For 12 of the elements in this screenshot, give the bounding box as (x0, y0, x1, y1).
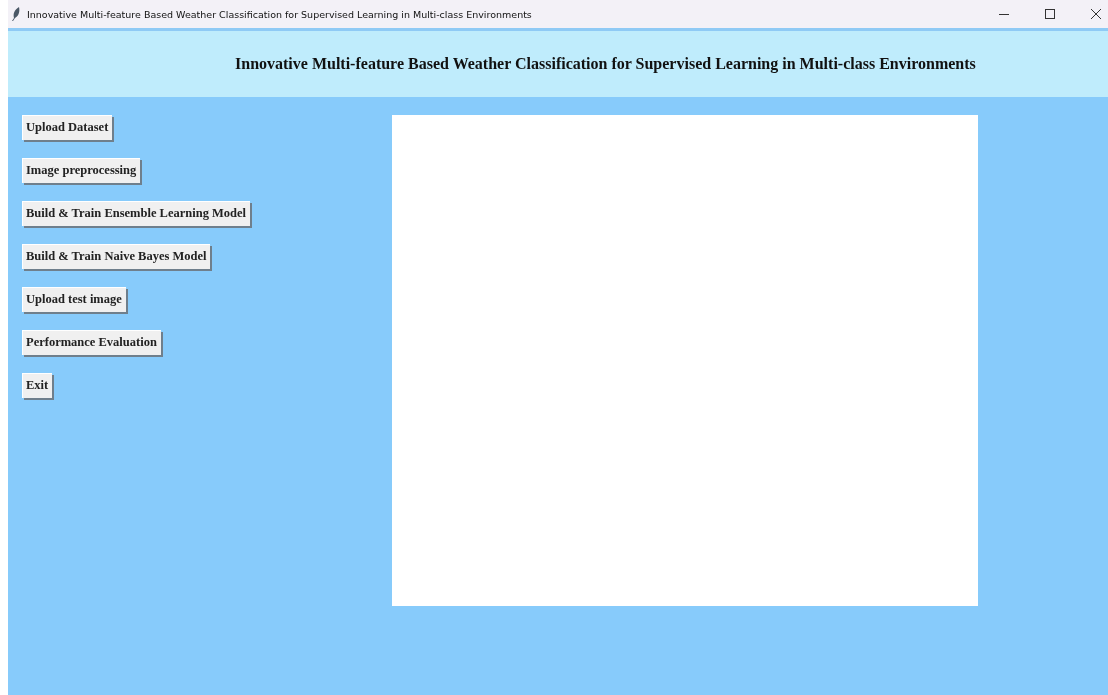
window-title: Innovative Multi-feature Based Weather Classification for Supervised Learning in Multi-class Environments (27, 8, 533, 20)
action-button[interactable]: Upload Dataset (22, 115, 113, 140)
action-button[interactable]: Performance Evaluation (22, 330, 161, 355)
maximize-icon[interactable] (1044, 8, 1056, 20)
action-button[interactable]: Build & Train Naive Bayes Model (22, 244, 211, 269)
action-button[interactable]: Upload test image (22, 287, 126, 312)
action-button[interactable]: Build & Train Ensemble Learning Model (22, 201, 251, 226)
header-title: Innovative Multi-feature Based Weather Classification for Supervised Learning in Multi-class Environments (235, 55, 976, 73)
close-icon[interactable] (1090, 8, 1102, 20)
action-button[interactable]: Image preprocessing (22, 158, 141, 183)
feather-icon (11, 7, 21, 21)
action-button[interactable]: Exit (22, 373, 53, 398)
